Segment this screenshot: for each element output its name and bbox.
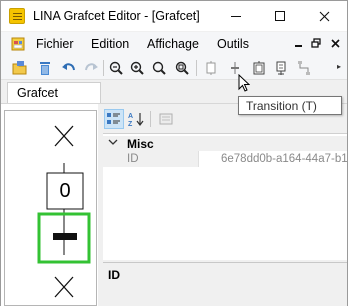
- toolbar-overflow-button[interactable]: ▸: [337, 62, 345, 74]
- zoom-reset-button[interactable]: [173, 59, 191, 77]
- property-table: Misc ID 6e78dd0b-a164-44a7-b1f9: [103, 133, 347, 260]
- minimize-icon: [294, 44, 302, 47]
- toolbar-separator: [196, 60, 197, 76]
- mdi-minimize-button[interactable]: [290, 35, 306, 51]
- tab-grafcet[interactable]: Grafcet: [7, 82, 101, 103]
- main-content: 0 A Z Misc ID 6e78dd0b-a164-44a7-b1f9 ID: [1, 103, 347, 306]
- property-help-pane: ID: [103, 262, 347, 306]
- add-macro-step-button[interactable]: [272, 59, 290, 77]
- zoom-in-button[interactable]: [128, 59, 146, 77]
- property-row[interactable]: ID 6e78dd0b-a164-44a7-b1f9: [103, 151, 347, 167]
- menu-edition[interactable]: Edition: [91, 37, 129, 51]
- zoom-in-icon: [130, 61, 144, 75]
- property-pages-button[interactable]: [156, 109, 176, 129]
- row-gutter: [103, 151, 119, 167]
- tooltip: Transition (T): [238, 96, 342, 115]
- property-pages-icon: [159, 113, 173, 125]
- property-value: 6e78dd0b-a164-44a7-b1f9: [221, 153, 347, 165]
- categorized-button[interactable]: [104, 109, 124, 129]
- maximize-icon: [275, 11, 285, 21]
- delete-button[interactable]: [36, 59, 54, 77]
- close-button[interactable]: [302, 1, 346, 31]
- mdi-close-button[interactable]: [327, 35, 343, 51]
- svg-text:Z: Z: [128, 121, 133, 127]
- delete-icon: [40, 62, 50, 75]
- grafcet-canvas[interactable]: 0: [4, 110, 97, 306]
- menu-fichier[interactable]: Fichier: [36, 37, 74, 51]
- property-name: ID: [127, 153, 139, 165]
- zoom-out-icon: [109, 61, 123, 75]
- minimize-button[interactable]: [214, 1, 258, 31]
- zoom-reset-icon: [175, 61, 189, 75]
- open-folder-icon: [12, 61, 27, 75]
- add-initial-step-button[interactable]: [250, 59, 268, 77]
- step-number: 0: [59, 179, 71, 202]
- mdi-restore-button[interactable]: [308, 35, 324, 51]
- chevron-down-icon[interactable]: [108, 136, 118, 151]
- maximize-button[interactable]: [258, 1, 302, 31]
- bottom-link-cross: [54, 276, 74, 298]
- alphabetical-button[interactable]: A Z: [127, 109, 147, 129]
- undo-icon: [62, 63, 75, 71]
- minimize-icon: [231, 15, 241, 17]
- open-button[interactable]: [11, 59, 29, 77]
- redo-icon: [85, 63, 98, 71]
- window-title: LINA Grafcet Editor - [Grafcet]: [33, 9, 200, 23]
- svg-text:A: A: [128, 113, 133, 120]
- toolbar-separator: [150, 111, 151, 127]
- menu-affichage[interactable]: Affichage: [147, 37, 199, 51]
- app-window: LINA Grafcet Editor - [Grafcet] Fichier …: [0, 0, 348, 306]
- mouse-cursor-icon: [238, 74, 250, 92]
- category-label: Misc: [127, 137, 154, 151]
- add-link-button[interactable]: [295, 59, 313, 77]
- initial-step-icon: [253, 61, 265, 75]
- property-grid: A Z Misc ID 6e78dd0b-a164-44a7-b1f9 ID: [102, 104, 347, 306]
- top-link-cross: [54, 125, 74, 147]
- macro-step-icon: [276, 61, 286, 75]
- title-bar[interactable]: LINA Grafcet Editor - [Grafcet]: [1, 1, 347, 31]
- transition-bar[interactable]: [53, 233, 77, 240]
- main-toolbar: ▸: [1, 56, 347, 80]
- help-title: ID: [108, 268, 120, 282]
- sort-alphabetical-icon: A Z: [128, 113, 144, 127]
- menu-bar: Fichier Edition Affichage Outils: [1, 32, 347, 56]
- undo-button[interactable]: [60, 59, 78, 77]
- close-icon: [330, 38, 340, 48]
- menu-outils[interactable]: Outils: [217, 37, 249, 51]
- zoom-out-button[interactable]: [107, 59, 125, 77]
- zoom-fit-icon: [152, 61, 166, 75]
- redo-button[interactable]: [82, 59, 100, 77]
- restore-icon: [311, 38, 321, 48]
- property-value-cell[interactable]: 6e78dd0b-a164-44a7-b1f9: [198, 151, 347, 167]
- app-logo-icon: [9, 8, 25, 24]
- close-icon: [319, 11, 329, 21]
- toolbar-separator: [103, 60, 104, 76]
- document-icon[interactable]: [11, 37, 25, 51]
- link-icon: [298, 61, 310, 75]
- add-step-button[interactable]: [202, 59, 220, 77]
- categorized-icon: [107, 113, 120, 124]
- step-icon: [206, 61, 216, 75]
- zoom-fit-button[interactable]: [150, 59, 168, 77]
- category-row[interactable]: Misc: [103, 136, 347, 151]
